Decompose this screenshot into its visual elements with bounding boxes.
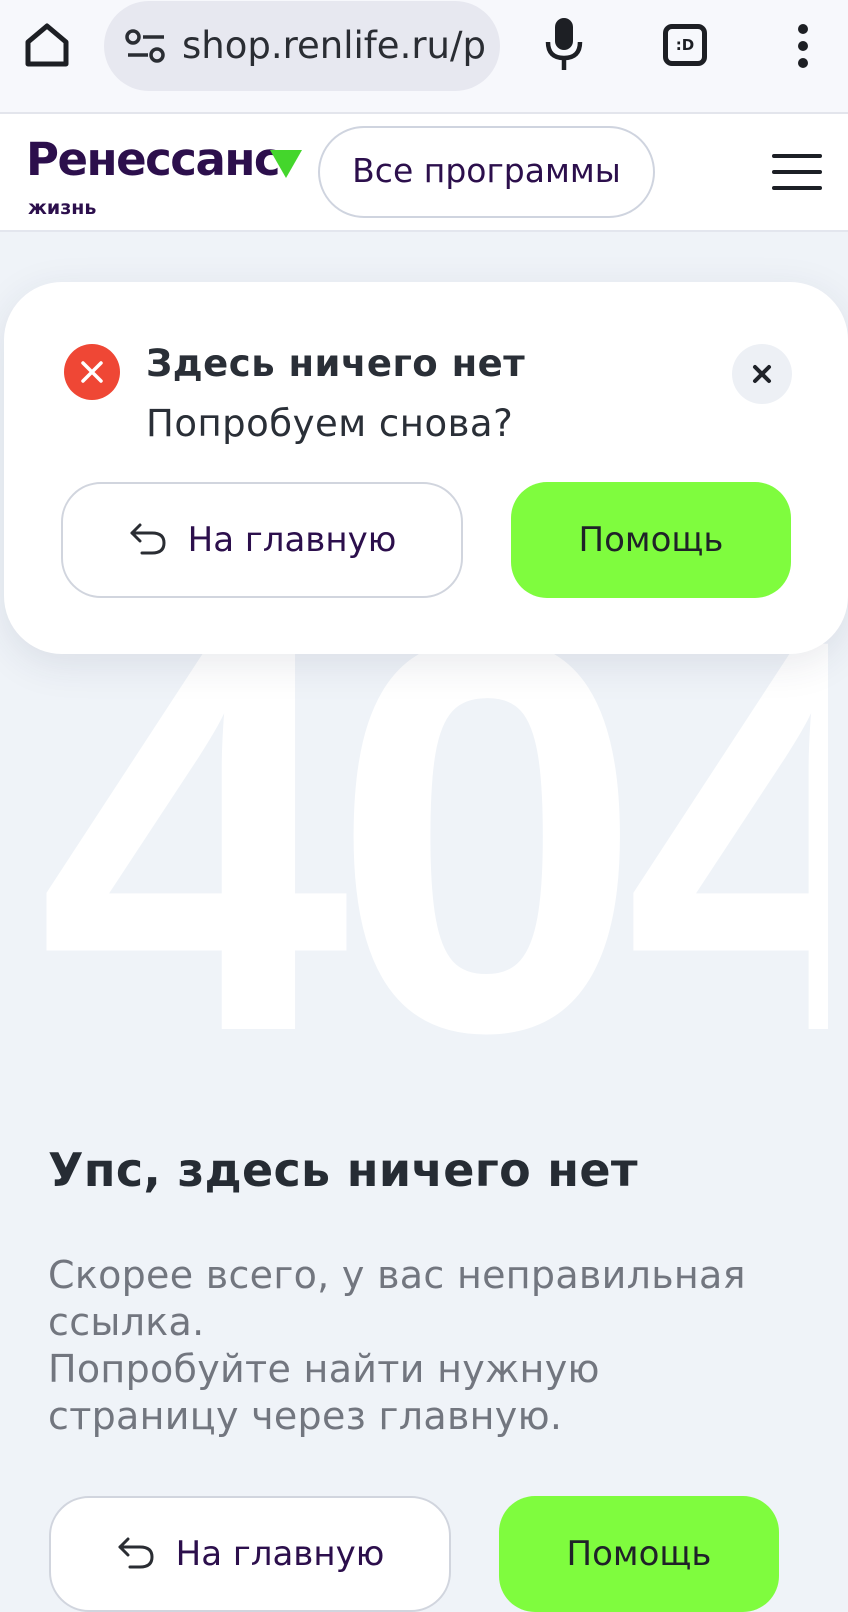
mic-icon[interactable] [540,14,588,74]
menu-icon[interactable] [772,154,822,190]
background-404-text: 404 [38,590,828,1080]
description-line: Попробуйте найти нужную [48,1347,600,1391]
description-line: ссылка. [48,1300,205,1344]
home-icon[interactable] [22,20,72,70]
tune-icon[interactable] [124,29,168,63]
error-icon [64,344,120,400]
all-programs-button[interactable]: Все программы [318,126,655,218]
logo-triangle-icon [270,150,302,178]
url-text[interactable]: shop.renlife.ru/pr [182,23,488,69]
address-bar[interactable]: shop.renlife.ru/pr [104,1,500,91]
logo[interactable]: Ренессанс жизнь [26,130,311,225]
close-icon[interactable] [732,344,792,404]
home-button[interactable]: На главную [49,1496,451,1612]
toast-home-button[interactable]: На главную [61,482,463,598]
browser-toolbar: shop.renlife.ru/pr :D [0,0,848,114]
page-heading: Упс, здесь ничего нет [48,1143,638,1197]
logo-subtitle: жизнь [28,197,97,219]
tab-switcher-icon[interactable]: :D [663,24,707,66]
logo-name: Ренессанс [26,133,281,186]
more-vert-icon[interactable] [792,22,814,70]
toast-title: Здесь ничего нет [146,342,526,385]
toast-home-label: На главную [187,520,397,560]
back-arrow-icon [118,1537,154,1568]
back-arrow-icon [130,523,166,554]
toast-subtitle: Попробуем снова? [146,402,514,445]
page-description: Скорее всего, у вас неправильная ссылка.… [48,1252,828,1440]
site-header: Ренессанс жизнь Все программы [0,114,848,232]
help-button[interactable]: Помощь [499,1496,779,1612]
description-line: страницу через главную. [48,1394,563,1438]
toast-help-button[interactable]: Помощь [511,482,791,598]
description-line: Скорее всего, у вас неправильная [48,1253,746,1297]
error-toast: Здесь ничего нет Попробуем снова? На гла… [4,282,848,654]
home-label: На главную [175,1534,385,1574]
